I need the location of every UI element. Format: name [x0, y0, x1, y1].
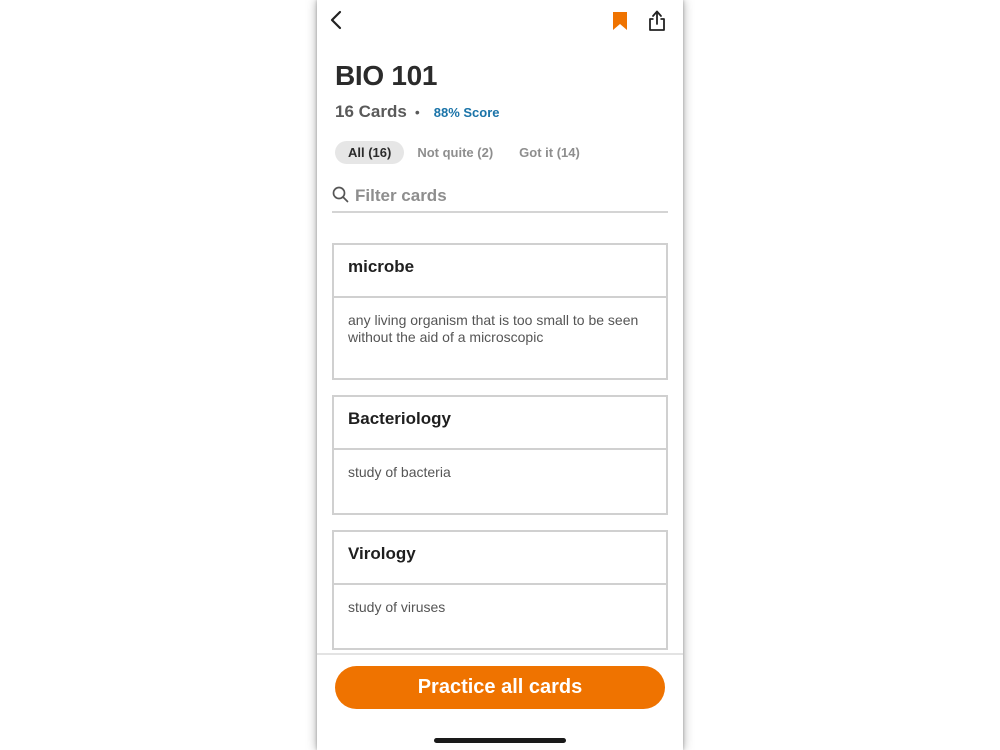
- home-indicator[interactable]: [434, 738, 566, 743]
- back-button[interactable]: [325, 8, 349, 32]
- card-term: microbe: [334, 245, 666, 298]
- card-count: 16 Cards: [335, 102, 407, 121]
- filter-cards-input[interactable]: [355, 185, 655, 206]
- meta-separator: •: [414, 104, 420, 120]
- flashcard[interactable]: Virology study of viruses: [332, 530, 668, 650]
- card-term: Bacteriology: [334, 397, 666, 450]
- share-icon: [649, 10, 665, 31]
- card-term: Virology: [334, 532, 666, 585]
- practice-all-button[interactable]: Practice all cards: [335, 666, 665, 709]
- filter-search: [332, 180, 668, 213]
- card-list: microbe any living organism that is too …: [332, 243, 668, 665]
- flashcard[interactable]: microbe any living organism that is too …: [332, 243, 668, 380]
- deck-meta: 16 Cards • 88% Score: [335, 101, 500, 123]
- deck-title: BIO 101: [335, 60, 438, 91]
- search-icon: [332, 186, 349, 203]
- bottom-divider: [317, 653, 683, 655]
- card-definition: any living organism that is too small to…: [348, 312, 639, 345]
- score-link[interactable]: 88% Score: [434, 105, 500, 120]
- top-bar: [317, 0, 683, 42]
- tab-not-quite[interactable]: Not quite (2): [404, 141, 506, 164]
- bookmark-icon: [613, 12, 627, 30]
- filter-tabs: All (16) Not quite (2) Got it (14): [335, 141, 593, 164]
- card-definition: study of bacteria: [348, 464, 451, 480]
- tab-all[interactable]: All (16): [335, 141, 405, 164]
- share-button[interactable]: [645, 8, 669, 34]
- chevron-left-icon: [330, 10, 342, 30]
- flashcard[interactable]: Bacteriology study of bacteria: [332, 395, 668, 515]
- tab-got-it[interactable]: Got it (14): [506, 141, 593, 164]
- bookmark-button[interactable]: [609, 9, 631, 33]
- card-definition: study of viruses: [348, 599, 446, 615]
- phone-screen: BIO 101 16 Cards • 88% Score All (16) No…: [317, 0, 683, 750]
